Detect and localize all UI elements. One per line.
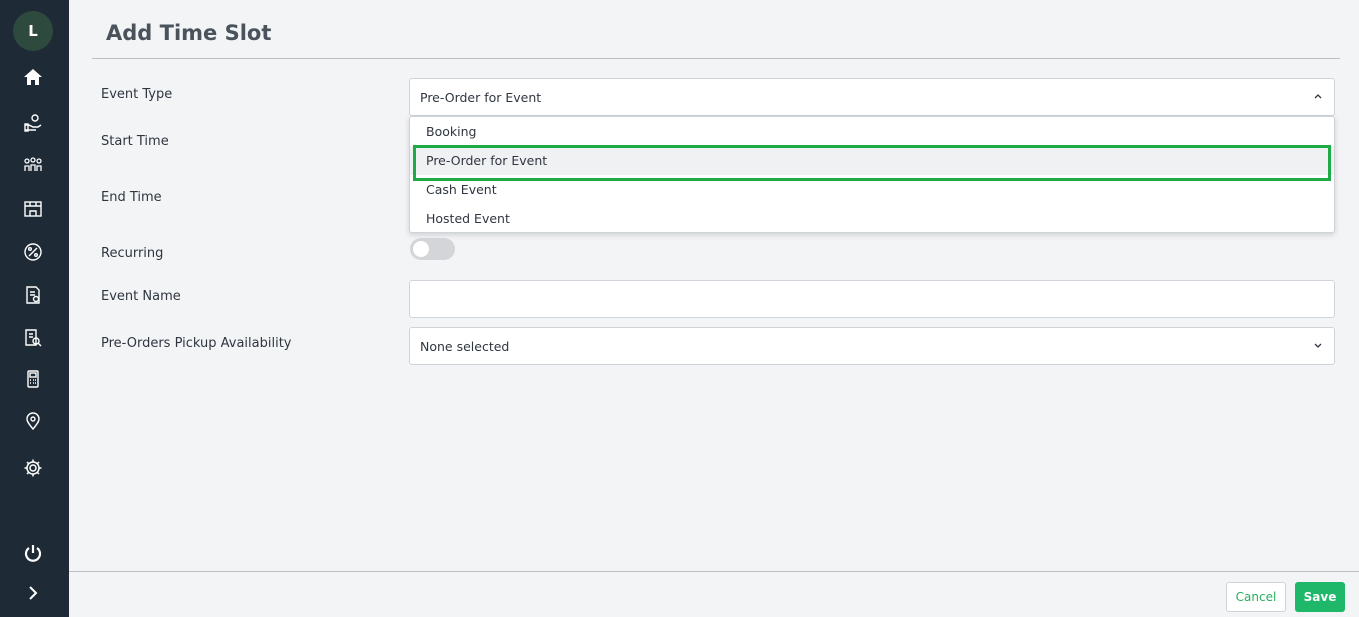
pos-terminal-icon[interactable] bbox=[20, 366, 46, 392]
event-type-select[interactable]: Pre-Order for Event bbox=[409, 78, 1335, 116]
chevron-down-icon bbox=[1314, 343, 1322, 348]
event-name-label: Event Name bbox=[101, 289, 181, 304]
hand-coins-icon[interactable] bbox=[20, 110, 46, 136]
event-type-label: Event Type bbox=[101, 87, 173, 102]
event-type-dropdown: Booking Pre-Order for Event Cash Event H… bbox=[409, 116, 1335, 233]
title-divider bbox=[92, 58, 1340, 59]
report-search-icon[interactable] bbox=[20, 325, 46, 351]
people-group-icon[interactable] bbox=[20, 153, 46, 179]
gear-icon[interactable] bbox=[20, 455, 46, 481]
option-cash-event[interactable]: Cash Event bbox=[410, 175, 1334, 204]
store-icon[interactable] bbox=[20, 196, 46, 222]
event-type-value: Pre-Order for Event bbox=[420, 89, 542, 105]
end-time-label: End Time bbox=[101, 190, 162, 205]
power-icon[interactable] bbox=[20, 540, 46, 566]
percent-icon[interactable] bbox=[20, 239, 46, 265]
sidebar: L bbox=[0, 0, 69, 617]
chevron-up-icon bbox=[1314, 94, 1322, 99]
pickup-availability-label: Pre-Orders Pickup Availability bbox=[101, 336, 292, 351]
option-hosted-event[interactable]: Hosted Event bbox=[410, 204, 1334, 233]
location-pin-icon[interactable] bbox=[20, 408, 46, 434]
save-button[interactable]: Save bbox=[1295, 582, 1345, 612]
cancel-button[interactable]: Cancel bbox=[1226, 582, 1286, 612]
event-name-input[interactable] bbox=[409, 280, 1335, 318]
home-icon[interactable] bbox=[20, 64, 46, 90]
chevron-right-icon[interactable] bbox=[20, 580, 46, 606]
pickup-availability-select[interactable]: None selected bbox=[409, 327, 1335, 365]
toggle-knob bbox=[413, 241, 429, 257]
pickup-availability-value: None selected bbox=[420, 338, 510, 354]
option-pre-order-for-event[interactable]: Pre-Order for Event bbox=[410, 146, 1334, 175]
report-icon[interactable] bbox=[20, 282, 46, 308]
recurring-toggle[interactable] bbox=[410, 238, 455, 260]
page-title: Add Time Slot bbox=[106, 21, 272, 45]
avatar[interactable]: L bbox=[13, 11, 53, 51]
footer-divider bbox=[69, 571, 1359, 572]
option-booking[interactable]: Booking bbox=[410, 117, 1334, 146]
recurring-label: Recurring bbox=[101, 246, 164, 261]
start-time-label: Start Time bbox=[101, 134, 169, 149]
